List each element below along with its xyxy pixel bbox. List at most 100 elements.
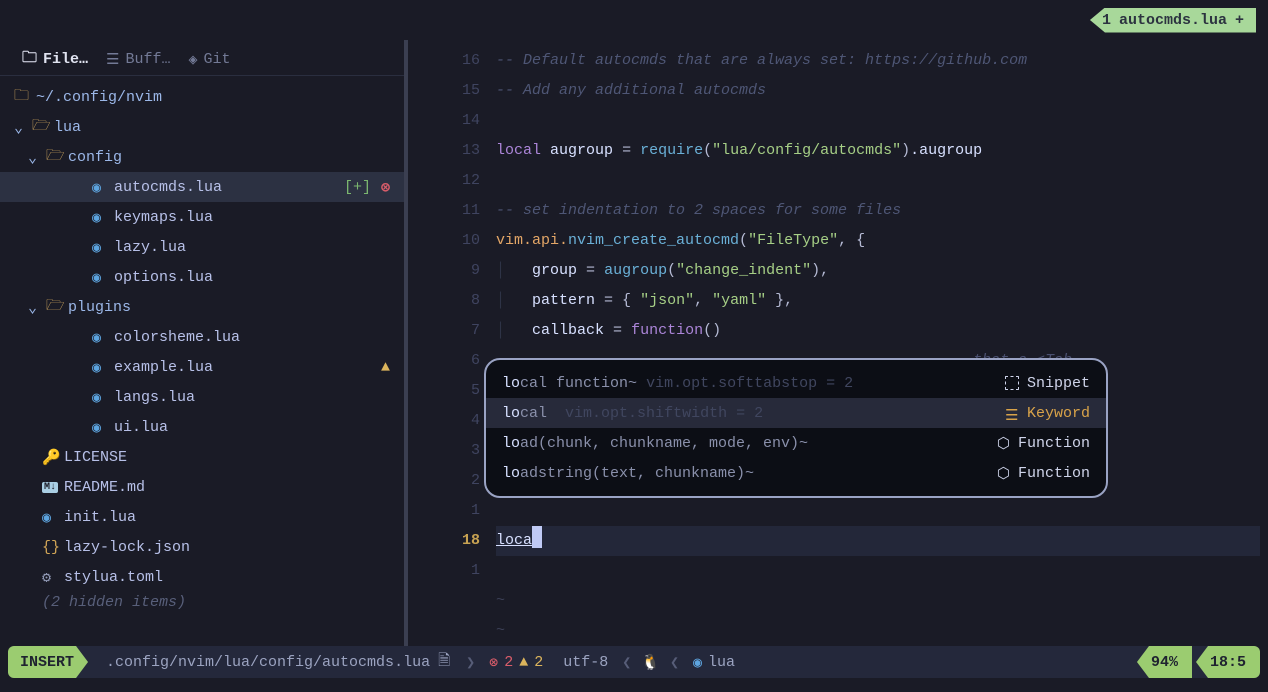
code-line: local augroup = require("lua/config/auto… — [496, 136, 1260, 166]
tab-files[interactable]: 🗀 File… — [22, 47, 88, 72]
tree-file-keymaps[interactable]: ◉ keymaps.lua — [0, 202, 404, 232]
line-number: 13 — [408, 136, 488, 166]
snippet-icon — [1005, 376, 1019, 390]
warning-badge: ▲ — [381, 359, 390, 376]
lua-icon: ◉ — [92, 208, 114, 227]
tree-file-options[interactable]: ◉ options.lua — [0, 262, 404, 292]
gear-icon: ⚙ — [42, 568, 64, 587]
scroll-percent: 94% — [1137, 646, 1192, 678]
buffer-modified: + — [1235, 12, 1244, 29]
tab-git[interactable]: ◈ Git — [189, 50, 231, 69]
tree-label: lazy-lock.json — [64, 539, 190, 556]
error-icon: ⊗ — [489, 653, 498, 672]
line-number: 1 — [408, 496, 488, 526]
tree-label: README.md — [64, 479, 145, 496]
tree-file-stylua[interactable]: ⚙ stylua.toml — [0, 562, 404, 592]
editor-pane[interactable]: 16 15 14 13 12 11 10 9 8 7 6 5 4 3 2 1 1… — [408, 40, 1268, 660]
tree-label: options.lua — [114, 269, 213, 286]
lua-icon: ◉ — [693, 653, 702, 672]
code-line: -- Add any additional autocmds — [496, 76, 1260, 106]
lua-icon: ◉ — [92, 268, 114, 287]
text-cursor — [532, 526, 542, 548]
filetype: ◉ lua — [683, 653, 745, 672]
tree-file-lazy[interactable]: ◉ lazy.lua — [0, 232, 404, 262]
completion-kind-snippet: Snippet — [960, 375, 1090, 392]
tree-root[interactable]: 🗀 ~/.config/nvim — [0, 82, 404, 112]
tree-label: lua — [54, 119, 81, 136]
tree-file-langs[interactable]: ◉ langs.lua — [0, 382, 404, 412]
statusline: INSERT .config/nvim/lua/config/autocmds.… — [8, 646, 1260, 678]
tree-file-init[interactable]: ◉ init.lua — [0, 502, 404, 532]
empty-line-tilde: ~ — [496, 616, 1260, 646]
code-line: -- Default autocmds that are always set:… — [496, 46, 1260, 76]
code-line: │ callback = function() — [496, 316, 1260, 346]
completion-kind-keyword: ☰Keyword — [960, 405, 1090, 422]
tree-label: colorsheme.lua — [114, 329, 240, 346]
separator: ❯ — [462, 653, 479, 672]
line-number: 7 — [408, 316, 488, 346]
error-count: 2 — [504, 654, 513, 671]
function-icon: ⬡ — [997, 464, 1010, 483]
tree-dir-lua[interactable]: ⌄ 🗁 lua — [0, 112, 404, 142]
tree-file-readme[interactable]: M↓ README.md — [0, 472, 404, 502]
folder-open-icon: 🗁 — [46, 145, 68, 170]
list-icon: ☰ — [106, 50, 119, 69]
lua-icon: ◉ — [92, 178, 114, 197]
json-icon: {} — [42, 539, 64, 556]
line-number: 8 — [408, 286, 488, 316]
completion-popup[interactable]: local function~ vim.opt.softtabstop = 2 … — [484, 358, 1108, 498]
tree-file-autocmds[interactable]: ◉ autocmds.lua [+] ⊗ — [0, 172, 404, 202]
completion-item[interactable]: local function~ vim.opt.softtabstop = 2 … — [486, 368, 1106, 398]
tree-file-ui[interactable]: ◉ ui.lua — [0, 412, 404, 442]
tree-file-license[interactable]: 🔑 LICENSE — [0, 442, 404, 472]
warning-count: 2 — [534, 654, 543, 671]
code-line: │ group = augroup("change_indent"), — [496, 256, 1260, 286]
code-line — [496, 106, 1260, 136]
git-icon: ◈ — [189, 50, 198, 69]
tree-dir-config[interactable]: ⌄ 🗁 config — [0, 142, 404, 172]
tab-buffers-label: Buff… — [125, 51, 170, 68]
os-icon: 🐧 — [635, 653, 666, 672]
tree-file-lazylock[interactable]: {} lazy-lock.json — [0, 532, 404, 562]
tree-label: langs.lua — [114, 389, 195, 406]
tree-dir-plugins[interactable]: ⌄ 🗁 plugins — [0, 292, 404, 322]
line-number: 12 — [408, 166, 488, 196]
code-line: vim.api.nvim_create_autocmd("FileType", … — [496, 226, 1260, 256]
buffer-name: autocmds.lua — [1119, 12, 1227, 29]
buffer-tab[interactable]: 1 autocmds.lua + — [1090, 8, 1256, 33]
line-number: 14 — [408, 106, 488, 136]
code-line — [496, 496, 1260, 526]
lua-icon: ◉ — [92, 328, 114, 347]
tree-label: config — [68, 149, 122, 166]
completion-item-selected[interactable]: local vim.opt.shiftwidth = 2 ☰Keyword — [486, 398, 1106, 428]
tab-buffers[interactable]: ☰ Buff… — [106, 50, 170, 69]
lua-icon: ◉ — [92, 388, 114, 407]
code-column[interactable]: -- Default autocmds that are always set:… — [496, 46, 1260, 646]
tree-root-label: ~/.config/nvim — [36, 89, 162, 106]
line-number: 5 — [408, 376, 488, 406]
diagnostics[interactable]: ⊗ 2 ▲ 2 — [479, 653, 553, 672]
empty-line-tilde: ~ — [496, 586, 1260, 616]
completion-item[interactable]: load(chunk, chunkname, mode, env)~ ⬡Func… — [486, 428, 1106, 458]
lua-icon: ◉ — [92, 418, 114, 437]
separator: ❮ — [618, 653, 635, 672]
tree-file-example[interactable]: ◉ example.lua ▲ — [0, 352, 404, 382]
tree-label: plugins — [68, 299, 131, 316]
code-line-current: loca — [496, 526, 1260, 556]
line-number: 9 — [408, 256, 488, 286]
line-number: 3 — [408, 436, 488, 466]
tree-label: LICENSE — [64, 449, 127, 466]
line-number: 2 — [408, 466, 488, 496]
file-path-text: .config/nvim/lua/config/autocmds.lua — [106, 654, 430, 671]
completion-item[interactable]: loadstring(text, chunkname)~ ⬡Function — [486, 458, 1106, 488]
code-line — [496, 166, 1260, 196]
tree-label: ui.lua — [114, 419, 168, 436]
tree-file-colorsheme[interactable]: ◉ colorsheme.lua — [0, 322, 404, 352]
folder-icon: 🗀 — [22, 47, 37, 72]
line-number: 4 — [408, 406, 488, 436]
completion-kind-function: ⬡Function — [960, 434, 1090, 453]
line-number: 1 — [408, 556, 488, 586]
file-tree: 🗀 ~/.config/nvim ⌄ 🗁 lua ⌄ 🗁 config ◉ au… — [0, 76, 404, 611]
tree-label: example.lua — [114, 359, 213, 376]
line-number: 16 — [408, 46, 488, 76]
